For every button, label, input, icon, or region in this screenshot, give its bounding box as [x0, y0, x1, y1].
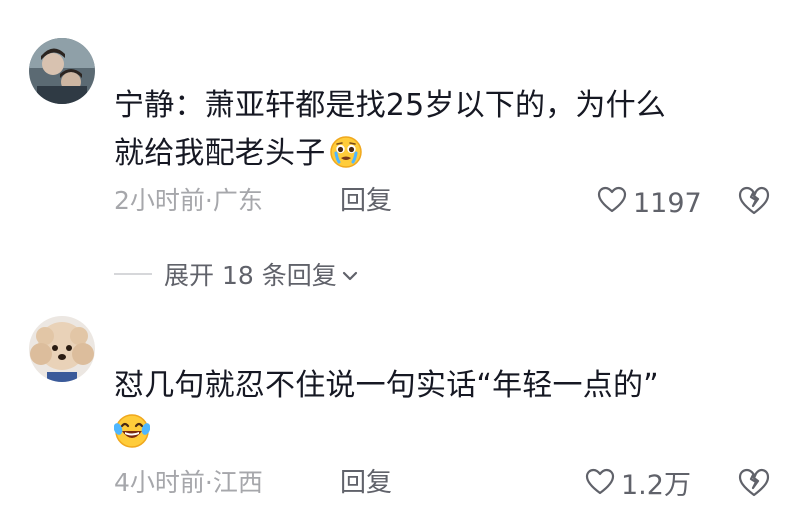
heart-icon [597, 186, 627, 221]
broken-heart-icon [738, 468, 770, 497]
crying-face-icon [329, 135, 363, 184]
reply-button[interactable]: 回复 [340, 186, 392, 216]
avatar[interactable] [29, 38, 95, 104]
comment-text: 宁静：萧亚轩都是找25岁以下的，为什么 就给我配老头子 [114, 82, 774, 184]
comment-meta: 2小时前·广东 [114, 186, 263, 215]
comment-text-line: 怼几句就忍不住说一句实话“年轻一点的” [114, 368, 659, 403]
comment-text: 怼几句就忍不住说一句实话“年轻一点的” [113, 362, 774, 464]
expand-replies-button[interactable]: 展开 18 条回复 [114, 256, 359, 292]
like-button[interactable]: 1197 [597, 186, 702, 221]
dislike-button[interactable] [737, 185, 771, 217]
dislike-button[interactable] [737, 467, 771, 499]
comment-meta: 4小时前·江西 [114, 468, 263, 497]
expand-replies-label: 展开 18 条回复 [164, 261, 337, 290]
divider-line [114, 273, 152, 275]
comment-text-line: 就给我配老头子 [114, 136, 326, 171]
reply-button[interactable]: 回复 [340, 468, 392, 498]
laughing-tears-icon [113, 413, 151, 464]
like-count: 1.2万 [621, 469, 691, 501]
like-count: 1197 [633, 187, 702, 219]
heart-icon [585, 468, 615, 503]
broken-heart-icon [738, 186, 770, 215]
chevron-down-icon [341, 260, 359, 289]
comment-text-line: 宁静：萧亚轩都是找25岁以下的，为什么 [114, 88, 666, 123]
like-button[interactable]: 1.2万 [585, 468, 691, 503]
avatar[interactable] [29, 316, 95, 382]
